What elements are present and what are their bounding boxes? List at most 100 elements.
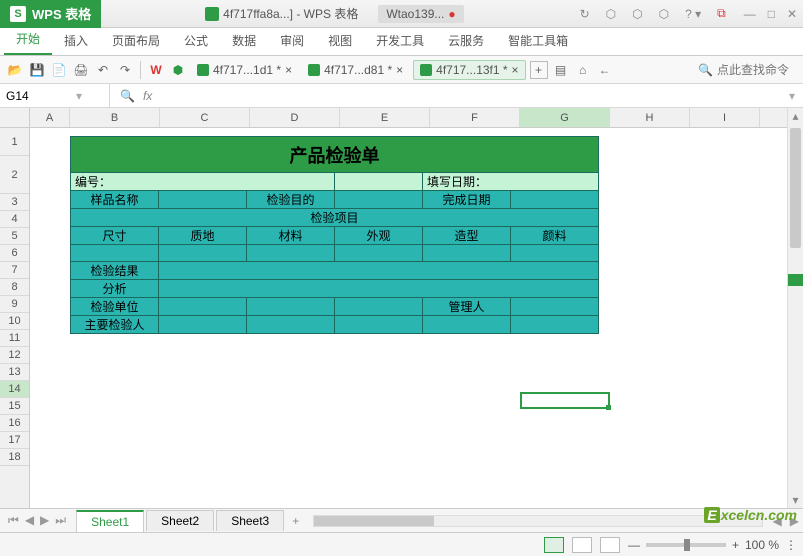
col-header-E[interactable]: E	[340, 108, 430, 127]
tab-page-layout[interactable]: 页面布局	[100, 26, 172, 55]
col-header-B[interactable]: B	[70, 108, 160, 127]
print-icon[interactable]: 🖨	[72, 61, 90, 79]
name-box[interactable]: ▾	[0, 84, 110, 107]
help-icon[interactable]: ? ▾	[681, 5, 705, 23]
row-header-4[interactable]: 4	[0, 211, 29, 228]
search-fx-icon[interactable]: 🔍	[120, 89, 135, 103]
sheet-tab-1[interactable]: Sheet1	[76, 510, 144, 532]
row-header-14[interactable]: 14	[0, 381, 29, 398]
cube-icon[interactable]: ⬢	[169, 61, 187, 79]
user-label: Wtao139...	[386, 7, 444, 21]
hex1-icon[interactable]: ⬡	[602, 5, 620, 23]
save-icon[interactable]: 💾	[28, 61, 46, 79]
row-header-8[interactable]: 8	[0, 279, 29, 296]
empty-cell	[511, 316, 599, 334]
tab-formula[interactable]: 公式	[172, 26, 220, 55]
new-tab-button[interactable]: +	[530, 61, 548, 79]
hex3-icon[interactable]: ⬡	[655, 5, 673, 23]
row-header-12[interactable]: 12	[0, 347, 29, 364]
horizontal-scrollbar[interactable]	[313, 515, 762, 527]
command-search[interactable]: 🔍	[698, 63, 797, 77]
tab-review[interactable]: 审阅	[268, 26, 316, 55]
col-header-G[interactable]: G	[520, 108, 610, 127]
label-material: 材料	[247, 227, 335, 245]
sheet-nav-first-icon[interactable]: ⏮	[6, 513, 21, 528]
vertical-scrollbar[interactable]: ▴ ▾	[787, 108, 803, 508]
undo-icon[interactable]: ↶	[94, 61, 112, 79]
expand-formula-bar-icon[interactable]: ▾	[781, 89, 803, 103]
tab-view[interactable]: 视图	[316, 26, 364, 55]
name-box-dropdown-icon[interactable]: ▾	[76, 89, 82, 103]
sync-icon[interactable]: ↻	[576, 5, 594, 23]
fill-handle[interactable]	[606, 405, 611, 410]
scroll-up-icon[interactable]: ▴	[788, 108, 803, 124]
window-close-button[interactable]: ✕	[781, 5, 803, 23]
cell-reference-input[interactable]	[6, 89, 76, 103]
tab-cloud[interactable]: 云服务	[436, 26, 496, 55]
formula-input-wrap[interactable]	[162, 89, 781, 103]
row-header-11[interactable]: 11	[0, 330, 29, 347]
col-header-A[interactable]: A	[30, 108, 70, 127]
grid-main[interactable]: A B C D E F G H I 产品检验单 编号： 填写日期： 样品名称	[30, 108, 787, 508]
sheet-tab-3[interactable]: Sheet3	[216, 510, 284, 531]
row-header-6[interactable]: 6	[0, 245, 29, 262]
doc-tab-2[interactable]: 4f717...d81 *×	[302, 61, 409, 79]
tab-list-icon[interactable]: ▤	[552, 61, 570, 79]
document-title-group: 4f717ffa8a...] - WPS 表格	[205, 5, 358, 22]
row-header-17[interactable]: 17	[0, 432, 29, 449]
back-icon[interactable]: ←	[596, 61, 614, 79]
redo-icon[interactable]: ↷	[116, 61, 134, 79]
tab-insert[interactable]: 插入	[52, 26, 100, 55]
fx-label[interactable]: fx	[143, 89, 152, 103]
tab-data[interactable]: 数据	[220, 26, 268, 55]
menu-tabs: 开始 插入 页面布局 公式 数据 审阅 视图 开发工具 云服务 智能工具箱	[0, 28, 803, 56]
close-tab-icon[interactable]: ×	[512, 63, 519, 77]
open-icon[interactable]: 📂	[6, 61, 24, 79]
hex2-icon[interactable]: ⬡	[628, 5, 646, 23]
row-header-3[interactable]: 3	[0, 194, 29, 211]
sheet-nav-prev-icon[interactable]: ◀	[23, 513, 36, 528]
sheet-nav-last-icon[interactable]: ⏭	[53, 513, 68, 528]
tab-smart-toolbox[interactable]: 智能工具箱	[496, 26, 580, 55]
row-header-16[interactable]: 16	[0, 415, 29, 432]
row-header-5[interactable]: 5	[0, 228, 29, 245]
select-all-corner[interactable]	[0, 108, 29, 128]
formula-input[interactable]	[168, 89, 775, 103]
tab-start[interactable]: 开始	[4, 24, 52, 55]
col-header-H[interactable]: H	[610, 108, 690, 127]
col-header-D[interactable]: D	[250, 108, 340, 127]
row-header-18[interactable]: 18	[0, 449, 29, 466]
col-header-F[interactable]: F	[430, 108, 520, 127]
hscroll-thumb[interactable]	[314, 516, 434, 526]
scroll-down-icon[interactable]: ▾	[788, 492, 803, 508]
sheet-nav-next-icon[interactable]: ▶	[38, 513, 51, 528]
command-search-input[interactable]	[717, 63, 797, 77]
tab-devtools[interactable]: 开发工具	[364, 26, 436, 55]
cells-area[interactable]: 产品检验单 编号： 填写日期： 样品名称 检验目的 完成日期 检验项目 尺寸	[30, 128, 787, 508]
row-header-2[interactable]: 2	[0, 156, 29, 194]
print-preview-icon[interactable]: 📄	[50, 61, 68, 79]
col-header-C[interactable]: C	[160, 108, 250, 127]
window-minimize-button[interactable]: —	[738, 5, 762, 23]
row-header-13[interactable]: 13	[0, 364, 29, 381]
home-icon[interactable]: ⌂	[574, 61, 592, 79]
col-header-I[interactable]: I	[690, 108, 760, 127]
empty-cell	[335, 173, 423, 191]
skin-icon[interactable]: ⧉	[713, 4, 730, 23]
wps-w-icon[interactable]: W	[147, 61, 165, 79]
row-header-15[interactable]: 15	[0, 398, 29, 415]
row-header-10[interactable]: 10	[0, 313, 29, 330]
close-tab-icon[interactable]: ×	[285, 63, 292, 77]
empty-cell	[335, 298, 423, 316]
row-header-7[interactable]: 7	[0, 262, 29, 279]
scroll-thumb[interactable]	[790, 128, 801, 248]
doc-tab-3[interactable]: 4f717...13f1 *×	[413, 60, 525, 80]
user-label-group[interactable]: Wtao139... ●	[378, 5, 463, 23]
doc-tab-1[interactable]: 4f717...1d1 *×	[191, 61, 298, 79]
row-header-9[interactable]: 9	[0, 296, 29, 313]
row-header-1[interactable]: 1	[0, 128, 29, 156]
add-sheet-button[interactable]: +	[284, 514, 307, 528]
window-maximize-button[interactable]: □	[762, 5, 781, 23]
close-tab-icon[interactable]: ×	[396, 63, 403, 77]
sheet-tab-2[interactable]: Sheet2	[146, 510, 214, 531]
